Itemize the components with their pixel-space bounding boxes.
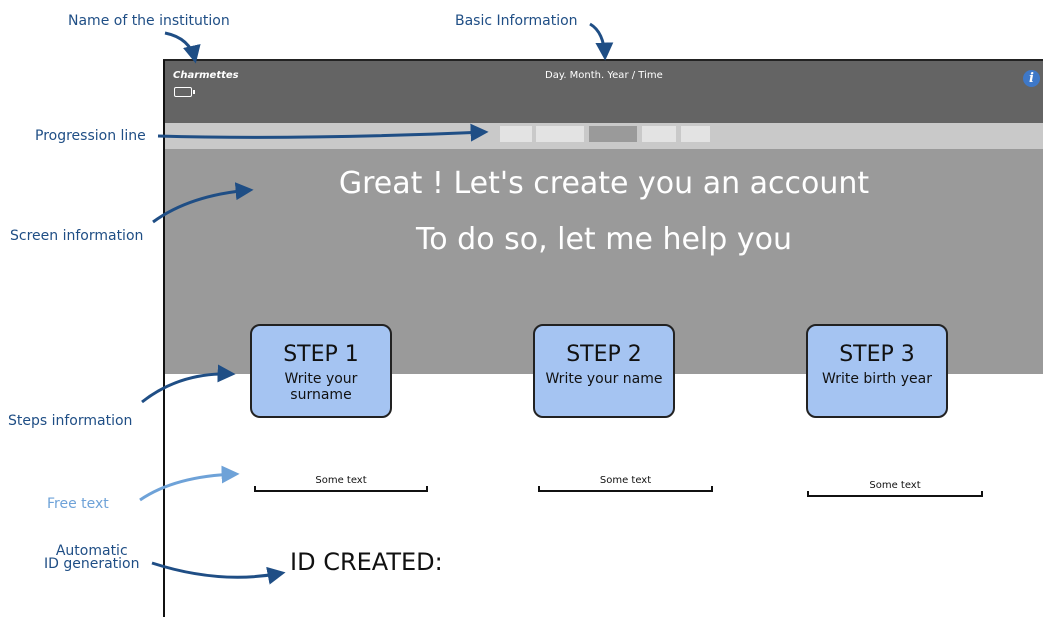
annotation-arrows (139, 22, 614, 585)
arrow-free-text (139, 465, 240, 502)
arrow-basic-info (589, 22, 614, 61)
arrow-progression (157, 123, 489, 142)
arrow-id-generation (151, 561, 286, 585)
arrow-institution (164, 31, 201, 64)
arrow-screen-info (152, 182, 254, 224)
arrow-steps-info (141, 364, 236, 404)
